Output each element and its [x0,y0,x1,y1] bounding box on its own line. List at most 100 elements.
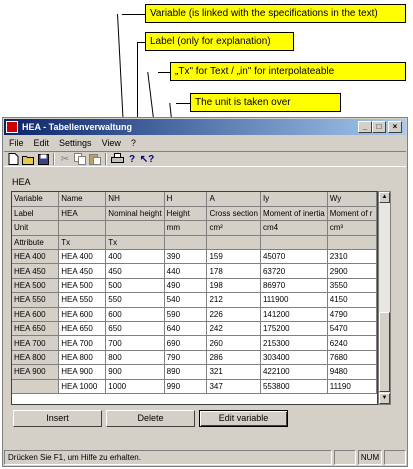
grid-cell[interactable]: 790 [164,350,208,366]
grid-cell[interactable]: 2900 [327,263,377,279]
table-row[interactable]: HEA 500 HEA 500 500 490 198 86970 3550 [12,278,377,294]
grid-cell[interactable]: Iy [260,192,328,207]
vertical-scrollbar[interactable]: ▲ ▼ [378,191,391,405]
grid-cell[interactable]: 286 [206,350,261,366]
row-header-cell[interactable]: HEA 550 [12,292,60,308]
grid-cell[interactable]: Moment of inertia [260,206,328,222]
grid-cell[interactable]: 226 [206,307,261,323]
grid-cell[interactable]: 390 [164,249,208,265]
row-header-cell[interactable] [12,379,60,394]
grid-cell[interactable]: NH [105,192,165,207]
menu-file[interactable]: File [4,136,29,150]
grid-cell[interactable]: Moment of r [327,206,377,222]
edit-variable-button[interactable]: Edit variable [199,410,288,427]
grid-cell[interactable]: 540 [164,292,208,308]
grid-cell[interactable]: 400 [105,249,165,265]
grid-cell[interactable]: 4790 [327,307,377,323]
row-header-cell[interactable]: HEA 600 [12,307,60,323]
grid-cell[interactable]: Wy [327,192,377,207]
grid-header-row[interactable]: Attribute Tx Tx [12,235,377,251]
grid-header-row[interactable]: Unit mm cm² cm4 cm³ [12,220,377,236]
grid-cell[interactable]: A [206,192,261,207]
row-header-cell[interactable]: HEA 800 [12,350,60,366]
print-icon[interactable] [110,153,124,166]
grid-cell[interactable]: mm [164,220,208,236]
grid-cell[interactable]: 111900 [260,292,328,308]
table-row[interactable]: HEA 700 HEA 700 700 690 260 215300 6240 [12,335,377,351]
maximize-button[interactable]: □ [372,121,386,133]
grid-cell[interactable]: 159 [206,249,261,265]
table-row[interactable]: HEA 550 HEA 550 550 540 212 111900 4150 [12,292,377,308]
table-row[interactable]: HEA 600 HEA 600 600 590 226 141200 4790 [12,307,377,323]
table-row[interactable]: HEA 450 HEA 450 450 440 178 63720 2900 [12,263,377,279]
menu-settings[interactable]: Settings [54,136,97,150]
grid-cell[interactable]: 9480 [327,364,377,380]
grid-cell[interactable]: 198 [206,278,261,294]
grid-cell[interactable]: 490 [164,278,208,294]
grid-cell[interactable]: 600 [105,307,165,323]
grid-cell[interactable]: 450 [105,263,165,279]
row-header-cell[interactable]: Variable [12,192,60,207]
grid-cell[interactable]: HEA [58,206,107,222]
grid-cell[interactable]: 63720 [260,263,328,279]
grid-cell[interactable]: 303400 [260,350,328,366]
grid-cell[interactable]: Tx [105,235,165,251]
minimize-button[interactable]: _ [358,121,372,133]
scroll-thumb[interactable] [379,312,390,392]
grid-cell[interactable]: cm³ [327,220,377,236]
grid-cell[interactable]: HEA 400 [58,249,107,265]
scroll-down-arrow-icon[interactable]: ▼ [379,393,390,404]
paste-icon[interactable] [88,153,102,166]
grid-cell[interactable]: HEA 650 [58,321,107,337]
grid-cell[interactable]: 990 [164,379,208,394]
grid-cell[interactable]: 347 [206,379,261,394]
close-button[interactable]: × [388,121,402,133]
row-header-cell[interactable]: HEA 650 [12,321,60,337]
grid-cell[interactable]: 86970 [260,278,328,294]
grid-cell[interactable]: 690 [164,335,208,351]
row-header-cell[interactable]: HEA 450 [12,263,60,279]
grid-header-row[interactable]: Label HEA Nominal height Height Cross sectio… [12,206,377,222]
grid-cell[interactable]: 700 [105,335,165,351]
grid-cell[interactable]: 500 [105,278,165,294]
grid-cell[interactable]: 800 [105,350,165,366]
row-header-cell[interactable]: Unit [12,220,60,236]
grid-cell[interactable]: 175200 [260,321,328,337]
grid-cell[interactable]: HEA 800 [58,350,107,366]
table-row[interactable]: HEA 400 HEA 400 400 390 159 45070 2310 [12,249,377,265]
scroll-up-arrow-icon[interactable]: ▲ [379,192,390,203]
row-header-cell[interactable]: HEA 700 [12,335,60,351]
row-header-cell[interactable]: HEA 500 [12,278,60,294]
data-grid[interactable]: Variable Name NH H A Iy Wy Label HEA Nominal heig… [11,191,378,405]
grid-cell[interactable]: Height [164,206,208,222]
grid-cell[interactable]: HEA 600 [58,307,107,323]
grid-cell[interactable]: 321 [206,364,261,380]
grid-cell[interactable]: HEA 900 [58,364,107,380]
grid-cell[interactable] [206,235,261,251]
grid-cell[interactable]: 1000 [105,379,165,394]
grid-cell[interactable] [105,220,165,236]
grid-cell[interactable]: Cross section [206,206,261,222]
grid-cell[interactable]: HEA 500 [58,278,107,294]
grid-cell[interactable] [327,235,377,251]
grid-cell[interactable]: Name [58,192,107,207]
grid-cell[interactable]: 640 [164,321,208,337]
delete-button[interactable]: Delete [106,410,195,427]
grid-cell[interactable]: 7680 [327,350,377,366]
menu-view[interactable]: View [97,136,126,150]
insert-button[interactable]: Insert [13,410,102,427]
grid-cell[interactable]: 5470 [327,321,377,337]
grid-cell[interactable]: 212 [206,292,261,308]
grid-cell[interactable]: Nominal height [105,206,165,222]
grid-cell[interactable]: 2310 [327,249,377,265]
grid-cell[interactable]: 890 [164,364,208,380]
grid-cell[interactable]: 553800 [260,379,328,394]
help-icon[interactable]: ? [125,153,139,166]
grid-cell[interactable] [58,220,107,236]
grid-cell[interactable] [164,235,208,251]
grid-cell[interactable]: cm² [206,220,261,236]
grid-cell[interactable]: 141200 [260,307,328,323]
grid-cell[interactable]: HEA 550 [58,292,107,308]
grid-cell[interactable]: 4150 [327,292,377,308]
open-icon[interactable] [21,153,35,166]
